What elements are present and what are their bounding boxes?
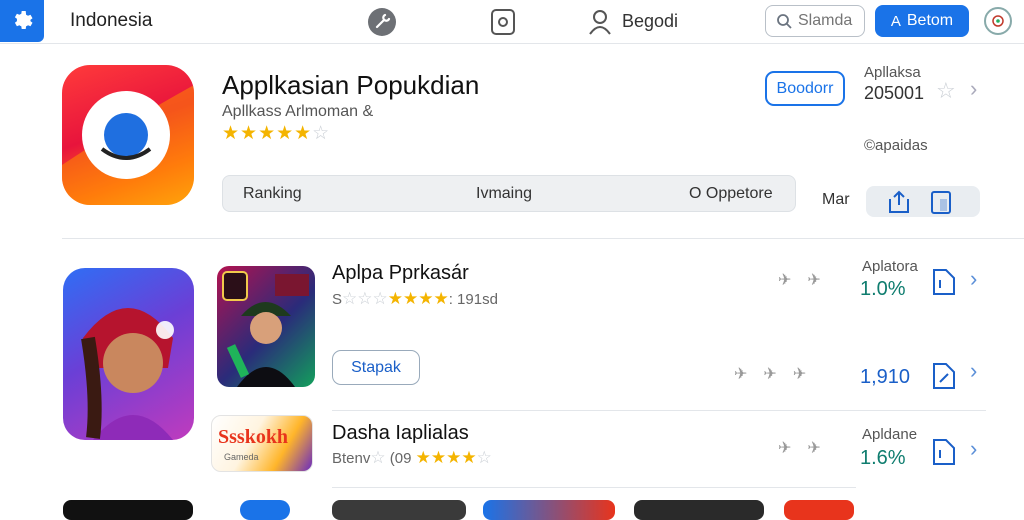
list-item-1-meta: S☆☆☆★★★★: 191sd [332, 289, 498, 308]
share-label: Mar [822, 191, 850, 208]
list-item-3-percent: 1.6% [860, 447, 906, 469]
tab-operators[interactable]: O Oppetore [689, 185, 773, 203]
featured-app-subtitle: Apllkass Arlmoman & [222, 103, 374, 120]
list-item-2-count: 1,910 [860, 366, 911, 388]
row-divider [332, 487, 856, 488]
item-1-share-icon[interactable] [930, 266, 958, 296]
share-icon[interactable] [886, 189, 912, 215]
featured-app-title: Applkasian Popukdian [222, 70, 480, 100]
user-tab-button[interactable] [585, 7, 615, 37]
app-thumbnail-2[interactable]: Ssskokh Gameda [211, 415, 313, 472]
featured-side-count: 205001 [864, 83, 925, 103]
bottom-tile-1[interactable] [63, 500, 193, 520]
game-art-icon [222, 271, 309, 387]
row-divider [332, 410, 986, 411]
top-bar: Indonesia Begodi A Betom [0, 0, 1024, 44]
chevron-right-icon[interactable]: › [970, 358, 977, 384]
share-actions [866, 186, 980, 217]
tab-trending[interactable]: Ivmaing [476, 185, 532, 203]
favorite-star-icon[interactable]: ☆ [936, 78, 956, 104]
item-1-action-icons[interactable]: ✈✈ [778, 270, 837, 290]
list-item-2-button[interactable]: Stapak [332, 350, 420, 385]
gear-icon [14, 11, 33, 30]
square-icon [491, 9, 515, 35]
list-item-3-side-label: Apldane [862, 426, 918, 443]
settings-button[interactable] [0, 0, 44, 42]
account-avatar-button[interactable] [984, 7, 1012, 35]
tab-ranking[interactable]: Ranking [243, 185, 302, 203]
tools-button[interactable] [367, 7, 397, 37]
thumbnail-2-logo-text: Ssskokh [218, 426, 289, 448]
copy-icon[interactable] [928, 189, 954, 215]
item-3-share-icon[interactable] [930, 436, 958, 466]
chevron-right-icon[interactable]: › [970, 76, 977, 102]
wrench-icon [368, 8, 396, 36]
primary-action-button[interactable]: A Betom [875, 5, 969, 37]
bottom-tile-3[interactable] [332, 500, 466, 520]
apps-tab-button[interactable] [488, 7, 518, 37]
letter-a-icon: A [890, 12, 901, 30]
primary-action-label: Betom [906, 12, 954, 29]
search-input[interactable] [798, 12, 860, 30]
bottom-tile-4[interactable] [483, 500, 615, 520]
country-label: Indonesia [70, 10, 153, 31]
avatar-icon [992, 15, 1004, 27]
user-tab-label[interactable]: Begodi [622, 11, 678, 32]
featured-side-label: Apllaksa [864, 64, 921, 81]
item-3-action-icons[interactable]: ✈✈ [778, 438, 837, 458]
list-item-1-percent: 1.0% [860, 278, 906, 300]
item-2-action-icons[interactable]: ✈✈✈ [734, 364, 822, 384]
search-icon [777, 14, 792, 29]
chevron-right-icon[interactable]: › [970, 266, 977, 292]
thumbnail-2-subtext: Gameda [224, 452, 259, 462]
featured-game-card[interactable] [63, 268, 194, 440]
eye-logo-icon [62, 85, 194, 205]
section-divider [62, 238, 1024, 239]
search-field[interactable] [765, 5, 865, 37]
featured-action-button[interactable]: Boodorr [765, 71, 845, 106]
app-thumbnail-1[interactable] [217, 266, 315, 387]
list-item-3-meta: Btenv☆ (09 ★★★★☆ [332, 448, 492, 467]
featured-rating-stars: ★★★★★☆ [222, 123, 331, 144]
user-icon [589, 10, 611, 35]
segmented-control: Ranking Ivmaing O Oppetore [222, 175, 796, 212]
chevron-right-icon[interactable]: › [970, 436, 977, 462]
bottom-tile-6[interactable] [784, 500, 854, 520]
featured-app-icon[interactable] [62, 65, 194, 205]
list-item-3-title[interactable]: Dasha Iaplialas [332, 422, 469, 445]
item-2-share-icon[interactable] [930, 360, 958, 390]
bottom-tile-5[interactable] [634, 500, 764, 520]
bottom-tile-2[interactable] [240, 500, 290, 520]
character-portrait-icon [81, 308, 174, 440]
list-item-1-side-label: Aplatora [862, 258, 918, 275]
list-item-1-title[interactable]: Aplpa Pprkasár [332, 262, 469, 285]
featured-side-note: ©apaidas [864, 137, 928, 154]
